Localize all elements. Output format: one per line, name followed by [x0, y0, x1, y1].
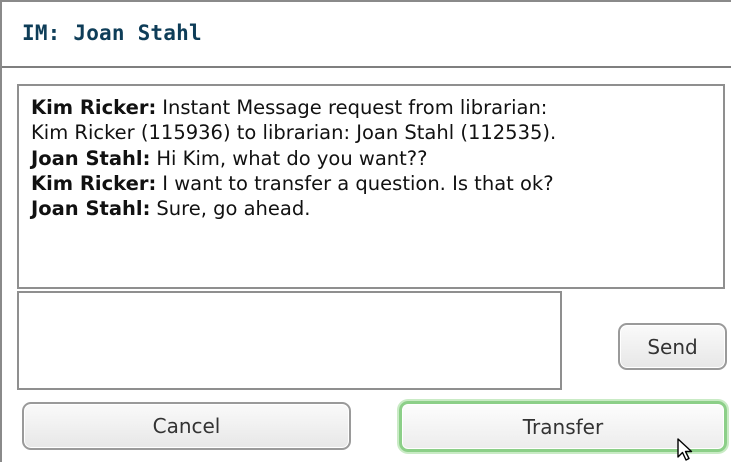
- transcript-line: Kim Ricker (115936) to librarian: Joan S…: [31, 120, 723, 145]
- send-button[interactable]: Send: [618, 323, 727, 370]
- transcript-line: Joan Stahl: Sure, go ahead.: [31, 196, 723, 221]
- send-button-label: Send: [647, 334, 698, 359]
- message-text: Kim Ricker (115936) to librarian: Joan S…: [31, 121, 557, 145]
- chat-transcript[interactable]: Kim Ricker: Instant Message request from …: [17, 84, 725, 289]
- message-sender: Joan Stahl:: [31, 146, 151, 170]
- message-text: Instant Message request from librarian:: [162, 96, 548, 119]
- message-sender: Kim Ricker:: [31, 171, 157, 195]
- message-sender: Kim Ricker:: [31, 96, 157, 119]
- window-title: IM: Joan Stahl: [22, 21, 202, 45]
- cancel-button[interactable]: Cancel: [22, 402, 351, 450]
- message-text: I want to transfer a question. Is that o…: [162, 171, 554, 195]
- mouse-pointer-arrow-icon: [677, 438, 693, 461]
- message-sender: Joan Stahl:: [31, 197, 151, 221]
- transcript-line: Joan Stahl: Hi Kim, what do you want??: [31, 146, 723, 171]
- transcript-line: Kim Ricker: Instant Message request from …: [31, 95, 723, 120]
- transcript-line: Kim Ricker: I want to transfer a question…: [31, 171, 723, 196]
- transfer-button-label: Transfer: [522, 414, 604, 439]
- message-text: Hi Kim, what do you want??: [156, 146, 428, 170]
- cancel-button-label: Cancel: [152, 414, 221, 438]
- title-bar: IM: Joan Stahl: [2, 2, 731, 68]
- im-window: IM: Joan Stahl Kim Ricker: Instant Messag…: [0, 0, 731, 462]
- message-input[interactable]: [17, 291, 562, 390]
- window-left-border: [0, 0, 2, 462]
- message-text: Sure, go ahead.: [156, 197, 311, 221]
